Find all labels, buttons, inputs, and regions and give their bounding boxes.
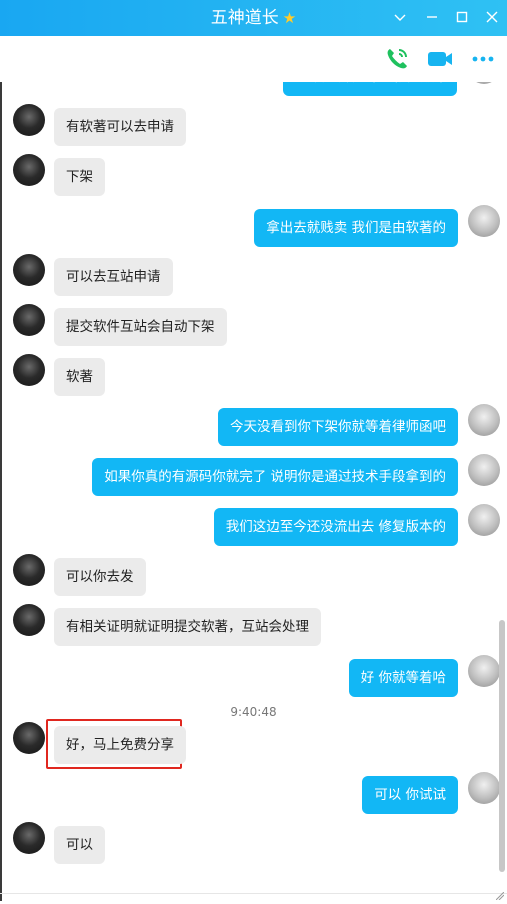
avatar[interactable] <box>13 104 45 136</box>
message-bubble-outgoing: 今天没看到你下架你就等着律师函吧 <box>218 408 458 446</box>
message-bubble-outgoing: 如果你真的有源码你就完了 说明你是通过技术手段拿到的 <box>92 458 458 496</box>
avatar[interactable] <box>468 772 500 804</box>
avatar[interactable] <box>468 205 500 237</box>
message-bubble-incoming: 有相关证明就证明提交软著，互站会处理 <box>54 608 321 646</box>
video-call-icon[interactable] <box>426 46 454 72</box>
message-bubble-incoming: 有软著可以去申请 <box>54 108 186 146</box>
avatar[interactable] <box>13 554 45 586</box>
message-bubble-outgoing: 好 你就等着哈 <box>348 659 458 697</box>
message-bubble-incoming: 可以去互站申请 <box>54 258 173 296</box>
avatar[interactable] <box>13 822 45 854</box>
message-bubble-incoming: 软著 <box>54 358 105 396</box>
scrollbar[interactable] <box>499 620 505 872</box>
message-bubble-incoming: 提交软件互站会自动下架 <box>54 308 227 346</box>
message-bubble-incoming: 下架 <box>54 158 105 196</box>
message-bubble-outgoing: 可以 你试试 <box>362 776 458 814</box>
avatar[interactable] <box>468 504 500 536</box>
message-bubble-incoming-highlighted: 好，马上免费分享 <box>54 726 186 764</box>
message-bubble-outgoing: 我们这边至今还没流出去 修复版本的 <box>213 508 458 546</box>
chat-toolbar <box>0 36 507 82</box>
avatar[interactable] <box>468 404 500 436</box>
resize-grip-icon[interactable] <box>495 885 505 901</box>
close-icon[interactable] <box>482 8 502 28</box>
divider <box>0 893 507 894</box>
star-badge-icon: ★ <box>282 9 297 27</box>
avatar[interactable] <box>13 154 45 186</box>
avatar[interactable] <box>468 655 500 687</box>
chevron-down-icon[interactable] <box>390 8 410 28</box>
message-timestamp: 9:40:48 <box>230 705 277 719</box>
avatar[interactable] <box>13 354 45 386</box>
maximize-icon[interactable] <box>452 8 472 28</box>
message-list[interactable]: 至今还没流出去 修复版本的 有软著可以去申请 下架 拿出去就贱卖 我们是由软著的… <box>0 82 507 894</box>
avatar[interactable] <box>13 254 45 286</box>
avatar[interactable] <box>468 454 500 486</box>
message-bubble-outgoing: 至今还没流出去 修复版本的 <box>283 82 457 96</box>
minimize-icon[interactable] <box>422 8 442 28</box>
avatar[interactable] <box>468 82 500 84</box>
message-bubble-outgoing: 拿出去就贱卖 我们是由软著的 <box>254 209 458 247</box>
contact-name: 五神道长 <box>210 8 279 28</box>
message-bubble-incoming: 可以 <box>54 826 105 864</box>
title-bar: 五神道长 ★ <box>0 0 507 36</box>
avatar[interactable] <box>13 604 45 636</box>
more-icon[interactable] <box>469 46 497 72</box>
avatar[interactable] <box>13 304 45 336</box>
message-bubble-incoming: 可以你去发 <box>54 558 146 596</box>
voice-call-icon[interactable] <box>384 46 412 72</box>
avatar[interactable] <box>13 722 45 754</box>
